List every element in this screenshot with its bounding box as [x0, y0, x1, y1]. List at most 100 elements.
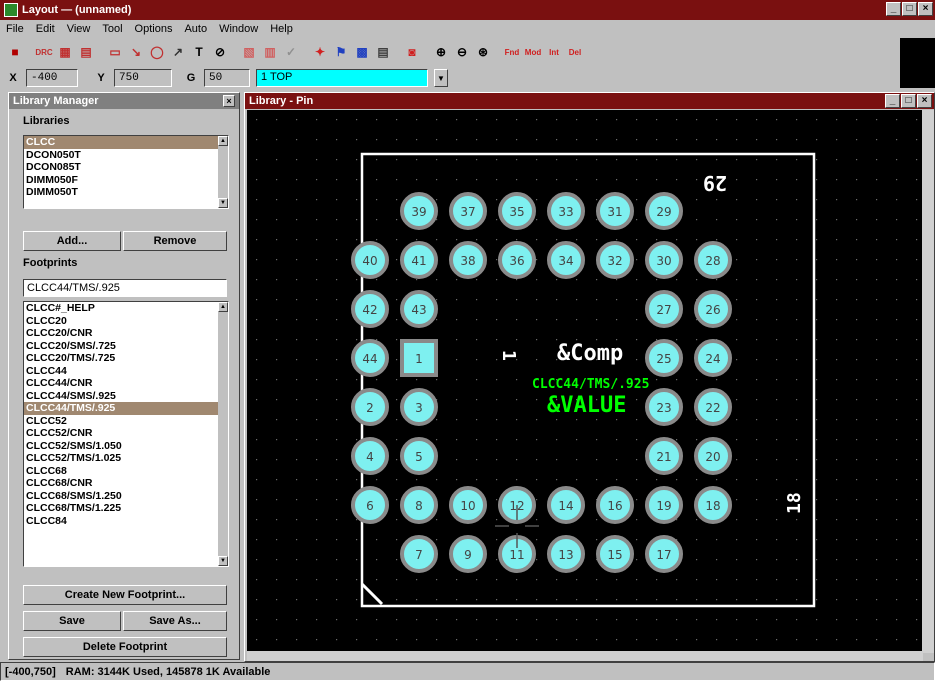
- pad-label: 28: [705, 254, 720, 268]
- add-library-button[interactable]: Add...: [23, 231, 121, 251]
- close-icon[interactable]: ×: [223, 95, 235, 107]
- grid-field: 50: [204, 69, 250, 87]
- pad-label: 38: [460, 254, 475, 268]
- component-icon[interactable]: T: [190, 43, 208, 61]
- route-icon[interactable]: ↘: [127, 43, 145, 61]
- canvas-vertical-scrollbar[interactable]: [922, 110, 934, 653]
- zoom-all-icon[interactable]: ⊛: [474, 43, 492, 61]
- footprint-canvas[interactable]: 39 37 35 33 31 29 40 41 38 36 34 32 30 28 42 43 27 26 44 1 2…: [247, 110, 923, 653]
- pad: 32: [596, 241, 634, 279]
- footprint-list-item[interactable]: CLCC52/CNR: [24, 427, 228, 440]
- footprint-search-input[interactable]: CLCC44/TMS/.925: [23, 279, 227, 297]
- pad: 10: [449, 486, 487, 524]
- open-icon[interactable]: ■: [6, 43, 24, 61]
- menu-file[interactable]: File: [4, 23, 26, 35]
- pad-label: 4: [366, 450, 374, 464]
- bom-icon[interactable]: ▦: [56, 43, 74, 61]
- footprint-list-item[interactable]: CLCC20/SMS/.725: [24, 340, 228, 353]
- find-icon[interactable]: Fnd: [503, 43, 521, 61]
- error-flag-icon[interactable]: ◙: [403, 43, 421, 61]
- canvas-horizontal-scrollbar[interactable]: [247, 651, 923, 661]
- library-list-item[interactable]: DCON085T: [24, 161, 228, 174]
- layer-select[interactable]: 1 TOP: [256, 69, 428, 87]
- scroll-up-icon[interactable]: ▲: [218, 136, 228, 146]
- footprint-list-item[interactable]: CLCC52/TMS/1.025: [24, 452, 228, 465]
- scroll-down-icon[interactable]: ▼: [218, 198, 228, 208]
- pad-label: 24: [705, 352, 720, 366]
- delete-footprint-button[interactable]: Delete Footprint: [23, 637, 227, 657]
- drc-toggle-icon[interactable]: ▤: [374, 43, 392, 61]
- close-button[interactable]: ×: [917, 94, 932, 108]
- pad-label: 8: [415, 499, 423, 513]
- net-icon[interactable]: Int: [545, 43, 563, 61]
- footprint-list-item[interactable]: CLCC#_HELP: [24, 302, 228, 315]
- footprint-list-item[interactable]: CLCC44/TMS/.925: [24, 402, 228, 415]
- del-icon[interactable]: Del: [566, 43, 584, 61]
- footprint-list-item[interactable]: CLCC52/SMS/1.050: [24, 440, 228, 453]
- footprint-list-item[interactable]: CLCC44/CNR: [24, 377, 228, 390]
- pad-label: 34: [558, 254, 573, 268]
- library-list-item[interactable]: DIMM050T: [24, 186, 228, 199]
- footprint-drawing[interactable]: 39 37 35 33 31 2940 41 38 36 34 32 30 2842 43 27 2644 1 2…: [247, 110, 923, 653]
- pad-icon[interactable]: ▭: [106, 43, 124, 61]
- restore-button[interactable]: □: [902, 2, 917, 16]
- library-list-item[interactable]: DCON050T: [24, 149, 228, 162]
- report-icon[interactable]: ▩: [353, 43, 371, 61]
- footprint-list-item[interactable]: CLCC68/SMS/1.250: [24, 490, 228, 503]
- menu-options[interactable]: Options: [133, 23, 175, 35]
- error-icon[interactable]: ⊘: [211, 43, 229, 61]
- color-icon[interactable]: ✓: [282, 43, 300, 61]
- menu-window[interactable]: Window: [217, 23, 260, 35]
- zoom-in-icon[interactable]: ⊕: [432, 43, 450, 61]
- restore-button[interactable]: □: [901, 94, 916, 108]
- footprint-list-item[interactable]: CLCC68: [24, 465, 228, 478]
- footprint-list-item[interactable]: CLCC68/TMS/1.225: [24, 502, 228, 515]
- minimize-button[interactable]: _: [886, 2, 901, 16]
- menu-edit[interactable]: Edit: [34, 23, 57, 35]
- minimize-button[interactable]: _: [885, 94, 900, 108]
- pin-icon[interactable]: ▥: [261, 43, 279, 61]
- create-footprint-button[interactable]: Create New Footprint...: [23, 585, 227, 605]
- close-button[interactable]: ×: [918, 2, 933, 16]
- scroll-down-icon[interactable]: ▼: [218, 556, 228, 566]
- footprint-list-item[interactable]: CLCC20/CNR: [24, 327, 228, 340]
- menu-view[interactable]: View: [65, 23, 93, 35]
- drc-icon[interactable]: DRC: [35, 43, 53, 61]
- menu-tool[interactable]: Tool: [100, 23, 124, 35]
- toolbar: ■ DRC ▦ ▤ ▭ ↘ ◯ ↗ T ⊘ ▧ ▥ ✓ ✦ ⚑ ▩ ▤ ◙ ⊕ …: [0, 38, 900, 66]
- pad: 30: [645, 241, 683, 279]
- pad-label: 41: [411, 254, 426, 268]
- pad: 35: [498, 192, 536, 230]
- footprint-list-item[interactable]: CLCC84: [24, 515, 228, 528]
- preview-box: [900, 38, 935, 88]
- libraries-list[interactable]: CLCC DCON050T DCON085T DIMM050F DIMM050T ▲ ▼: [23, 135, 229, 209]
- pad-label: 5: [415, 450, 423, 464]
- mod-icon[interactable]: Mod: [524, 43, 542, 61]
- spreadsheet-icon[interactable]: ⚑: [332, 43, 350, 61]
- footprint-list-item[interactable]: CLCC20: [24, 315, 228, 328]
- obstacle-icon[interactable]: ◯: [148, 43, 166, 61]
- chevron-down-icon[interactable]: ▼: [434, 69, 448, 87]
- pad-label: 43: [411, 303, 426, 317]
- library-list-item[interactable]: DIMM050F: [24, 174, 228, 187]
- menu-auto[interactable]: Auto: [182, 23, 209, 35]
- footprint-list-item[interactable]: CLCC44: [24, 365, 228, 378]
- pad-label: 16: [607, 499, 622, 513]
- footprint-list-item[interactable]: CLCC20/TMS/.725: [24, 352, 228, 365]
- footprint-list-item[interactable]: CLCC52: [24, 415, 228, 428]
- library-manager-title: Library Manager: [13, 95, 99, 107]
- remove-library-button[interactable]: Remove: [123, 231, 227, 251]
- netlist-icon[interactable]: ▤: [77, 43, 95, 61]
- library-icon[interactable]: ✦: [311, 43, 329, 61]
- save-button[interactable]: Save: [23, 611, 121, 631]
- save-as-button[interactable]: Save As...: [123, 611, 227, 631]
- scroll-up-icon[interactable]: ▲: [218, 302, 228, 312]
- footprint-list-item[interactable]: CLCC44/SMS/.925: [24, 390, 228, 403]
- footprint-list-item[interactable]: CLCC68/CNR: [24, 477, 228, 490]
- footprints-list[interactable]: CLCC#_HELP CLCC20 CLCC20/CNR CLCC20/SMS/.72…: [23, 301, 229, 567]
- text-icon[interactable]: ↗: [169, 43, 187, 61]
- connect-icon[interactable]: ▧: [240, 43, 258, 61]
- menu-help[interactable]: Help: [268, 23, 295, 35]
- library-list-item[interactable]: CLCC: [24, 136, 228, 149]
- zoom-out-icon[interactable]: ⊖: [453, 43, 471, 61]
